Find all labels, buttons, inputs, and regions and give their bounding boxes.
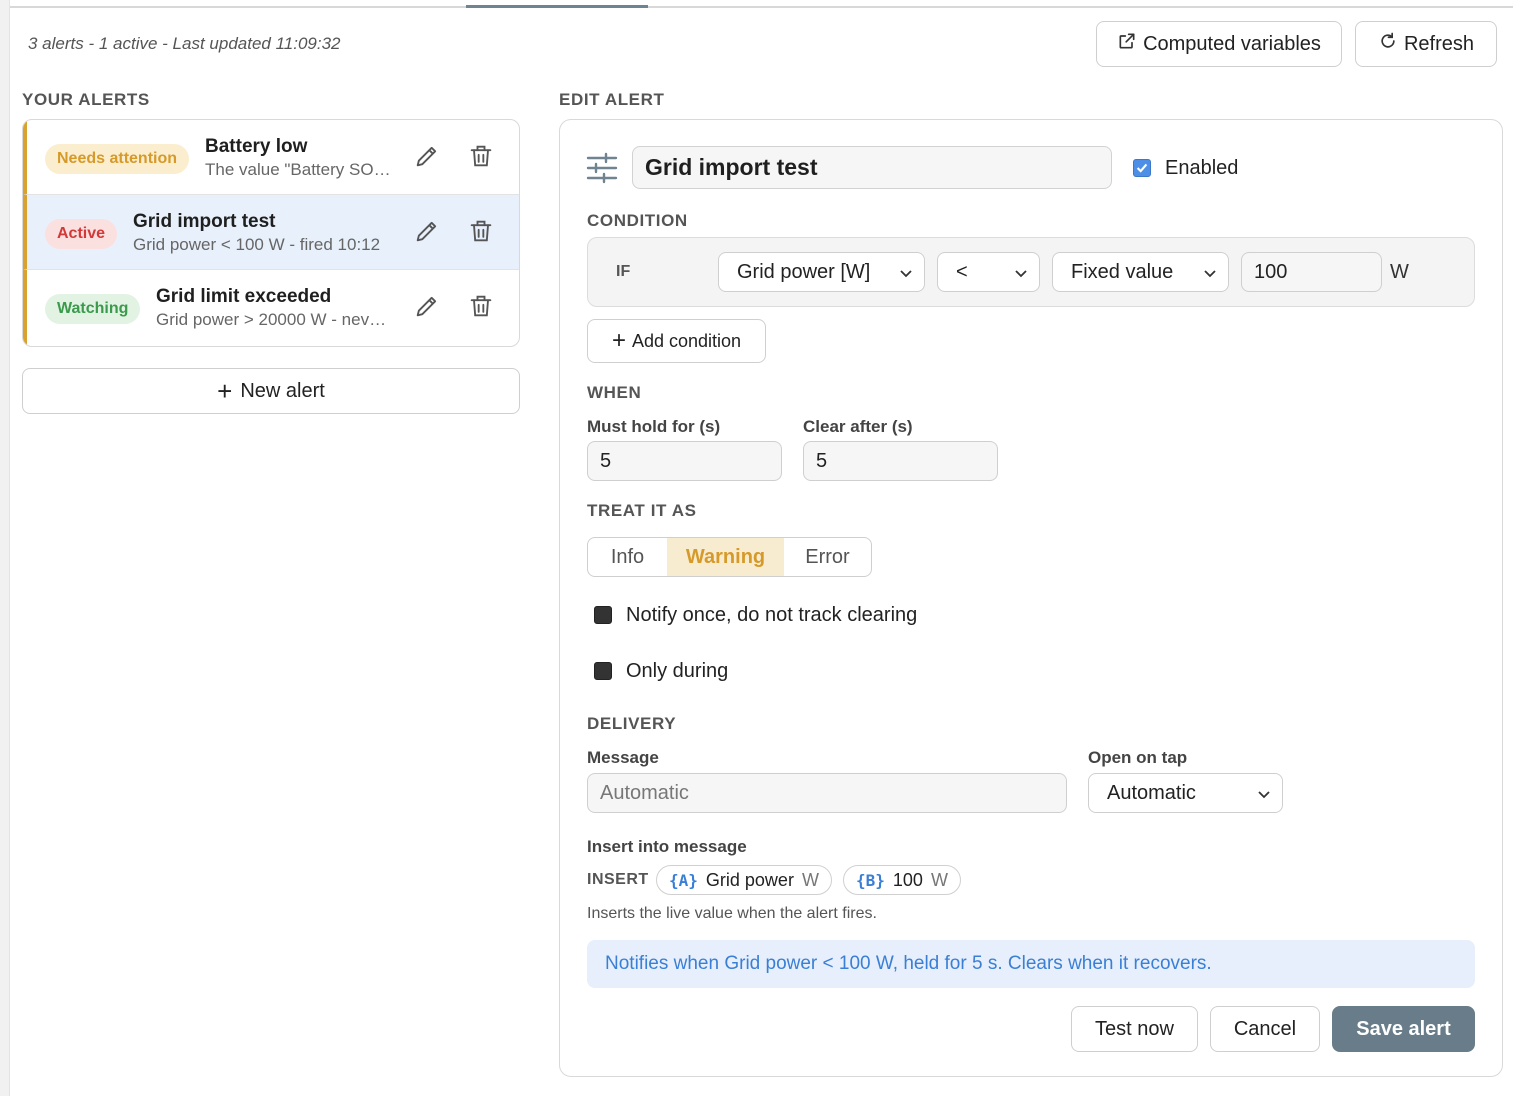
status-line: 3 alerts - 1 active - Last updated 11:09… — [28, 34, 341, 53]
message-label: Message — [587, 748, 659, 767]
severity-option-warning[interactable]: Warning — [667, 538, 784, 576]
delete-trash-icon[interactable] — [467, 217, 495, 245]
threshold-value-input[interactable]: 100 — [1241, 252, 1382, 292]
delete-trash-icon[interactable] — [467, 292, 495, 320]
tab-indicator-bar — [10, 5, 1513, 8]
condition-row: IF Grid power [W] < Fixed value 100 W — [587, 237, 1475, 307]
when-heading: WHEN — [587, 383, 642, 402]
save-alert-button[interactable]: Save alert — [1332, 1006, 1475, 1052]
edit-alert-panel: Grid import test Enabled CONDITION IF Gr… — [559, 119, 1503, 1077]
cancel-button[interactable]: Cancel — [1210, 1006, 1320, 1052]
chip-name: 100 — [892, 869, 923, 890]
new-alert-button[interactable]: + New alert — [22, 368, 520, 414]
unit-label: W — [1390, 261, 1409, 283]
alert-row-battery-low[interactable]: Needs attention Battery low The value "B… — [23, 120, 519, 195]
computed-variables-label: Computed variables — [1143, 32, 1321, 55]
alert-subtitle: Grid power > 20000 W - never fired — [156, 310, 388, 329]
only-during-checkbox[interactable] — [594, 662, 612, 680]
alert-summary: Notifies when Grid power < 100 W, held f… — [587, 940, 1475, 988]
left-edge-strip — [0, 0, 10, 1096]
active-tab-indicator — [466, 5, 648, 8]
chevron-down-icon — [1204, 270, 1216, 278]
open-on-tap-select[interactable]: Automatic — [1088, 773, 1283, 813]
test-now-button[interactable]: Test now — [1071, 1006, 1198, 1052]
alert-title: Battery low — [205, 136, 308, 157]
alerts-page: 3 alerts - 1 active - Last updated 11:09… — [10, 0, 1523, 1096]
operator-select[interactable]: < — [937, 252, 1040, 292]
must-hold-input[interactable]: 5 — [587, 441, 782, 481]
insert-chip-a[interactable]: {A} Grid power W — [656, 865, 832, 895]
compare-type-select[interactable]: Fixed value — [1052, 252, 1229, 292]
alert-title: Grid import test — [133, 211, 276, 232]
insert-into-message-label: Insert into message — [587, 837, 747, 856]
chip-name: Grid power — [705, 869, 794, 890]
condition-heading: CONDITION — [587, 211, 688, 230]
variable-select-value: Grid power [W] — [737, 260, 871, 283]
status-badge: Active — [45, 219, 118, 249]
if-label: IF — [616, 263, 631, 280]
message-input[interactable]: Automatic — [587, 773, 1067, 813]
treat-it-as-heading: TREAT IT AS — [587, 501, 697, 520]
must-hold-label: Must hold for (s) — [587, 417, 721, 436]
enabled-checkbox[interactable] — [1133, 159, 1151, 177]
severity-option-error[interactable]: Error — [784, 538, 871, 576]
severity-option-info[interactable]: Info — [588, 538, 667, 576]
delivery-heading: DELIVERY — [587, 714, 677, 733]
status-badge: Watching — [45, 294, 141, 324]
notify-once-label: Notify once, do not track clearing — [626, 604, 918, 626]
status-badge: Needs attention — [45, 144, 190, 174]
alert-row-grid-limit-exceeded[interactable]: Watching Grid limit exceeded Grid power … — [23, 270, 519, 345]
plus-icon: + — [611, 327, 626, 354]
clear-after-label: Clear after (s) — [803, 417, 913, 436]
operator-select-value: < — [956, 260, 968, 283]
insert-chip-b[interactable]: {B} 100 W — [843, 865, 961, 895]
sliders-icon — [586, 152, 618, 184]
variable-select[interactable]: Grid power [W] — [718, 252, 925, 292]
alert-subtitle: The value "Battery SOC" is low — [205, 160, 393, 179]
chip-key: {B} — [856, 870, 885, 890]
insert-label: INSERT — [587, 871, 649, 888]
refresh-button[interactable]: Refresh — [1355, 21, 1497, 67]
delete-trash-icon[interactable] — [467, 142, 495, 170]
insert-hint: Inserts the live value when the alert fi… — [587, 905, 877, 922]
chip-unit: W — [930, 869, 948, 890]
notify-once-checkbox[interactable] — [594, 606, 612, 624]
edit-pencil-icon[interactable] — [413, 292, 441, 320]
severity-segmented-control: Info Warning Error — [587, 537, 872, 577]
your-alerts-heading: YOUR ALERTS — [22, 90, 150, 109]
chip-unit: W — [801, 869, 819, 890]
plus-icon: + — [217, 376, 233, 406]
edit-pencil-icon[interactable] — [413, 217, 441, 245]
chip-key: {A} — [669, 870, 698, 890]
only-during-label: Only during — [626, 660, 729, 682]
refresh-icon — [1378, 31, 1398, 57]
refresh-label: Refresh — [1403, 32, 1475, 55]
new-alert-label: New alert — [240, 379, 325, 402]
chevron-down-icon — [1258, 791, 1270, 799]
alert-name-input[interactable]: Grid import test — [632, 146, 1112, 189]
edit-pencil-icon[interactable] — [413, 142, 441, 170]
open-on-tap-label: Open on tap — [1088, 748, 1188, 767]
alert-subtitle: Grid power < 100 W - fired 10:12 — [133, 235, 381, 254]
alert-row-grid-import-test[interactable]: Active Grid import test Grid power < 100… — [23, 195, 519, 270]
enabled-label: Enabled — [1165, 157, 1239, 179]
computed-variables-button[interactable]: Computed variables — [1096, 21, 1342, 67]
edit-alert-heading: EDIT ALERT — [559, 90, 665, 109]
add-condition-label: Add condition — [631, 330, 742, 351]
clear-after-input[interactable]: 5 — [803, 441, 998, 481]
alerts-list: Needs attention Battery low The value "B… — [22, 119, 520, 347]
chevron-down-icon — [900, 270, 912, 278]
add-condition-button[interactable]: + Add condition — [587, 319, 766, 363]
alert-title: Grid limit exceeded — [156, 286, 332, 307]
compare-type-select-value: Fixed value — [1071, 260, 1174, 283]
external-link-icon — [1117, 31, 1137, 57]
open-on-tap-select-value: Automatic — [1107, 781, 1196, 804]
chevron-down-icon — [1015, 270, 1027, 278]
